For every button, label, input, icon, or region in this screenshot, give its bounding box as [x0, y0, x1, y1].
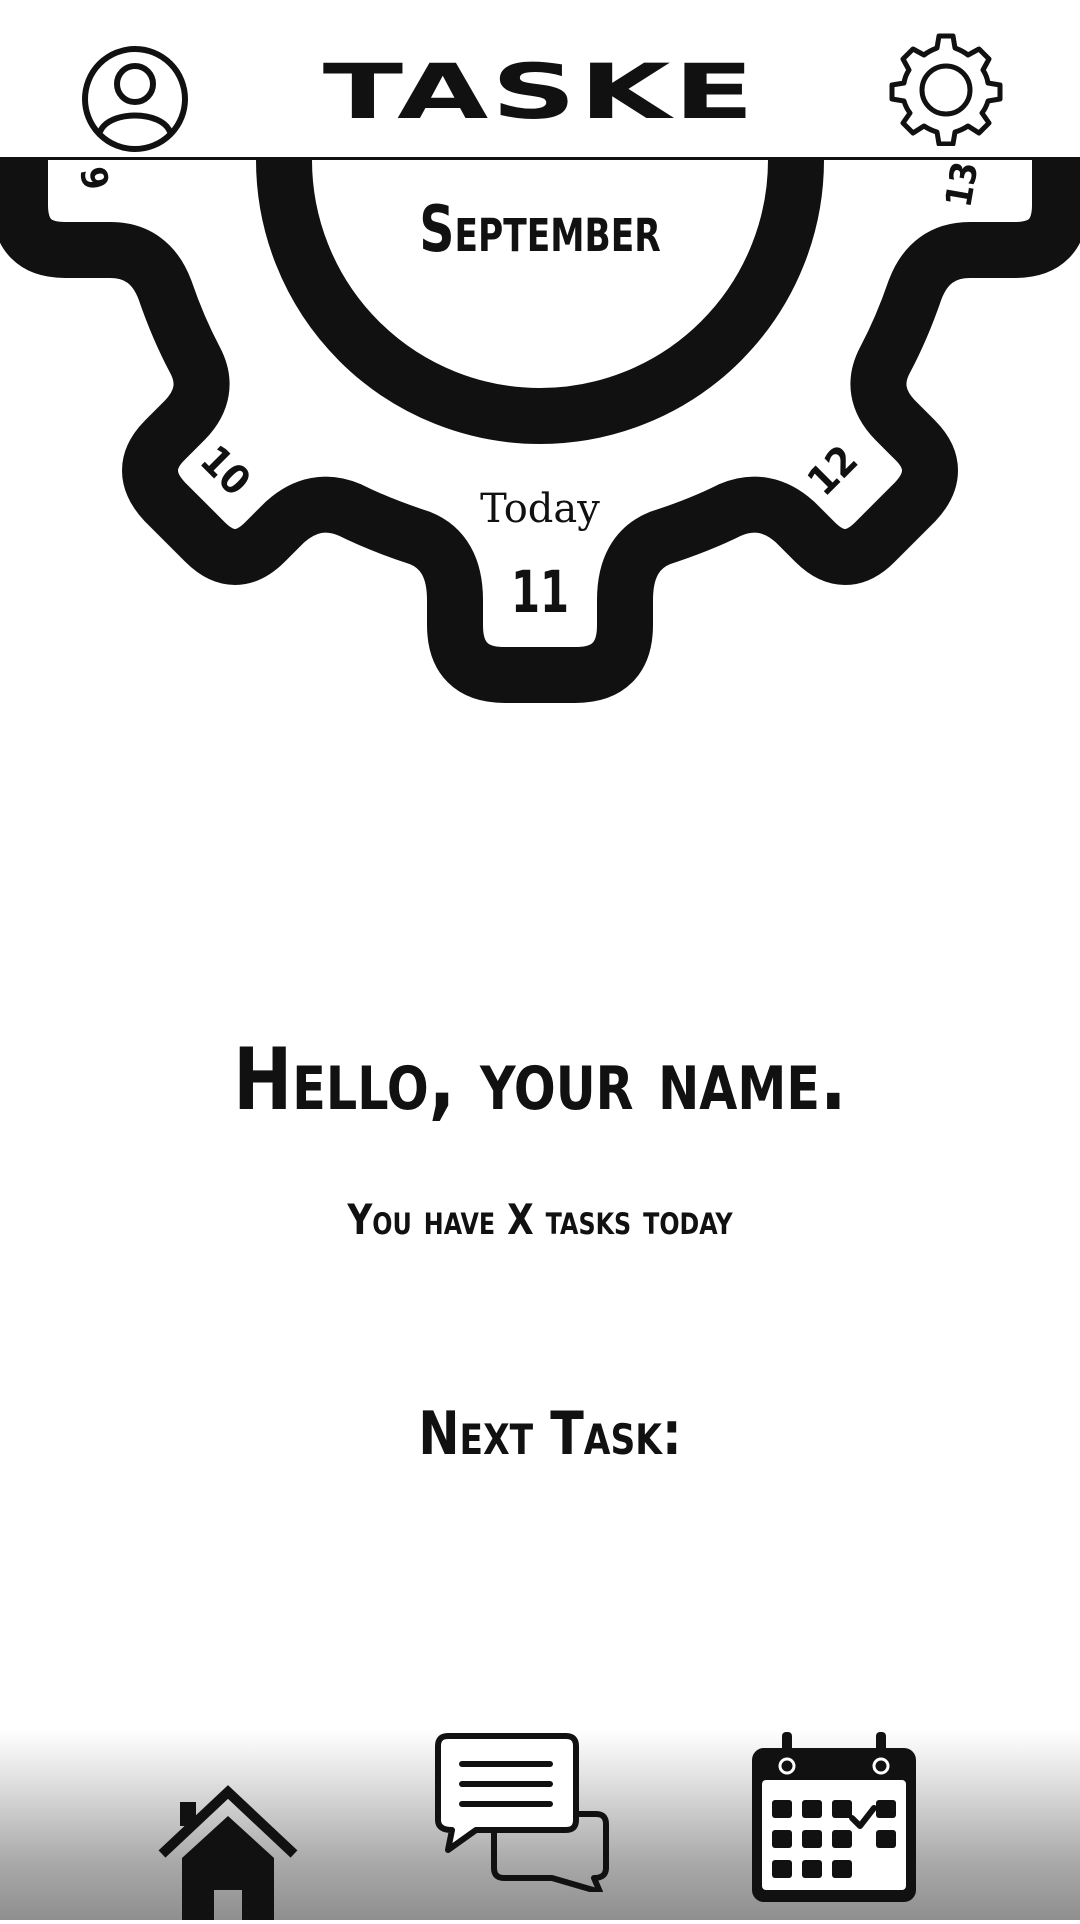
gear-icon — [889, 33, 1003, 147]
day-current[interactable]: 11 — [492, 558, 588, 626]
nav-home-button[interactable] — [158, 1760, 298, 1920]
task-summary: You have X tasks today — [347, 1195, 733, 1244]
user-circle-icon — [82, 46, 188, 152]
nav-messages-button[interactable] — [434, 1732, 612, 1895]
bottom-nav — [0, 1730, 1080, 1920]
profile-button[interactable] — [80, 44, 190, 154]
greeting-heading: Hello, your name. — [233, 1030, 847, 1130]
calendar-icon — [752, 1732, 916, 1902]
settings-button[interactable] — [888, 30, 1004, 147]
day-item[interactable]: 13 — [938, 160, 986, 210]
next-task-label: Next Task: — [418, 1399, 682, 1469]
top-bar: TASKE — [0, 0, 1080, 160]
nav-calendar-button[interactable] — [748, 1730, 920, 1906]
month-label: September — [419, 193, 661, 267]
gear-date-picker[interactable]: September Today 11 9 10 12 13 — [0, 160, 1080, 720]
home-icon — [158, 1785, 298, 1920]
chat-bubbles-icon — [435, 1733, 609, 1895]
today-label: Today — [480, 486, 600, 532]
app-title: TASKE — [322, 47, 758, 136]
